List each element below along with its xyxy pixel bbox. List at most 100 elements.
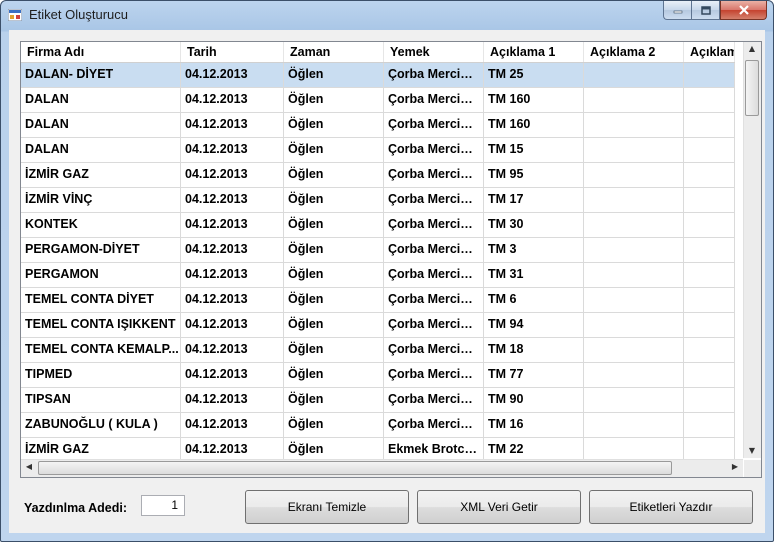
table-cell[interactable]: Çorba Mercimek [384, 238, 484, 262]
table-cell[interactable]: DALAN [21, 88, 181, 112]
table-cell[interactable]: KONTEK [21, 213, 181, 237]
table-cell[interactable]: TM 25 [484, 63, 584, 87]
table-cell[interactable]: TM 3 [484, 238, 584, 262]
table-row[interactable]: DALAN- DİYET 04.12.2013 Öğlen Çorba Mercime… [21, 63, 735, 88]
table-cell[interactable] [584, 188, 684, 212]
table-row[interactable]: PERGAMON 04.12.2013 Öğlen Çorba Mercimek TM … [21, 263, 735, 288]
table-cell[interactable]: 04.12.2013 [181, 138, 284, 162]
scroll-down-icon[interactable]: ▼ [744, 444, 760, 458]
table-row[interactable]: TEMEL CONTA DİYET 04.12.2013 Öğlen Çorba Me… [21, 288, 735, 313]
table-cell[interactable]: Öğlen [284, 413, 384, 437]
table-row[interactable]: KONTEK 04.12.2013 Öğlen Çorba Mercimek TM 30 [21, 213, 735, 238]
table-cell[interactable] [684, 238, 735, 262]
table-cell[interactable]: 04.12.2013 [181, 263, 284, 287]
table-cell[interactable]: TIPSAN [21, 388, 181, 412]
table-cell[interactable]: 04.12.2013 [181, 388, 284, 412]
horizontal-scrollbar[interactable]: ◀ ▶ [21, 459, 743, 477]
table-cell[interactable]: Çorba Mercimek [384, 163, 484, 187]
table-cell[interactable]: TM 17 [484, 188, 584, 212]
table-row[interactable]: DALAN 04.12.2013 Öğlen Çorba Mercimek TM 15 [21, 138, 735, 163]
table-cell[interactable]: Çorba Mercimek [384, 388, 484, 412]
table-cell[interactable] [584, 288, 684, 312]
table-cell[interactable] [584, 63, 684, 87]
table-cell[interactable]: Öğlen [284, 88, 384, 112]
table-row[interactable]: TEMEL CONTA IŞIKKENT 04.12.2013 Öğlen Çorba… [21, 313, 735, 338]
table-cell[interactable]: TM 31 [484, 263, 584, 287]
maximize-button[interactable] [691, 1, 720, 20]
table-cell[interactable] [684, 63, 735, 87]
table-cell[interactable]: Çorba Mercimek [384, 288, 484, 312]
table-row[interactable]: ZABUNOĞLU ( KULA ) 04.12.2013 Öğlen Çorba M… [21, 413, 735, 438]
table-row[interactable]: İZMİR GAZ 04.12.2013 Öğlen Çorba Mercimek TM… [21, 163, 735, 188]
table-cell[interactable] [684, 188, 735, 212]
table-cell[interactable]: Çorba Mercimek [384, 138, 484, 162]
vertical-scrollbar[interactable]: ▲ ▼ [743, 42, 761, 458]
table-row[interactable]: TIPMED 04.12.2013 Öğlen Çorba Mercimek TM 77 [21, 363, 735, 388]
table-cell[interactable]: Çorba Mercimek [384, 313, 484, 337]
column-header-firma-adi[interactable]: Firma Adı [21, 42, 181, 62]
table-cell[interactable]: Öğlen [284, 213, 384, 237]
table-cell[interactable]: İZMİR VİNÇ [21, 188, 181, 212]
table-cell[interactable] [584, 213, 684, 237]
print-count-input[interactable]: 1 [141, 495, 185, 516]
table-cell[interactable] [584, 263, 684, 287]
table-cell[interactable] [584, 163, 684, 187]
column-header-tarih[interactable]: Tarih [181, 42, 284, 62]
fetch-xml-button[interactable]: XML Veri Getir [417, 490, 581, 524]
column-header-aciklama-3[interactable]: Açıklam [684, 42, 735, 62]
table-row[interactable]: TEMEL CONTA KEMALP... 04.12.2013 Öğlen Çorb… [21, 338, 735, 363]
table-cell[interactable]: Öğlen [284, 388, 384, 412]
table-cell[interactable]: 04.12.2013 [181, 288, 284, 312]
column-header-yemek[interactable]: Yemek [384, 42, 484, 62]
table-cell[interactable]: TM 95 [484, 163, 584, 187]
horizontal-scroll-thumb[interactable] [38, 461, 672, 475]
table-cell[interactable]: PERGAMON [21, 263, 181, 287]
table-row[interactable]: TIPSAN 04.12.2013 Öğlen Çorba Mercimek TM 90 [21, 388, 735, 413]
table-row[interactable]: DALAN 04.12.2013 Öğlen Çorba Mercimek TM 160 [21, 113, 735, 138]
table-cell[interactable] [684, 163, 735, 187]
print-labels-button[interactable]: Etiketleri Yazdır [589, 490, 753, 524]
table-cell[interactable]: TEMEL CONTA IŞIKKENT [21, 313, 181, 337]
table-cell[interactable]: 04.12.2013 [181, 163, 284, 187]
table-cell[interactable]: Çorba Mercimek [384, 188, 484, 212]
table-cell[interactable] [684, 88, 735, 112]
table-cell[interactable]: TM 18 [484, 338, 584, 362]
scroll-up-icon[interactable]: ▲ [744, 42, 760, 56]
table-cell[interactable]: Öğlen [284, 163, 384, 187]
data-grid[interactable]: Firma Adı Tarih Zaman Yemek Açıklama 1 A… [20, 41, 762, 478]
table-cell[interactable]: TM 94 [484, 313, 584, 337]
table-cell[interactable]: Öğlen [284, 113, 384, 137]
table-cell[interactable] [584, 313, 684, 337]
table-cell[interactable] [584, 413, 684, 437]
column-header-aciklama-1[interactable]: Açıklama 1 [484, 42, 584, 62]
table-cell[interactable]: 04.12.2013 [181, 313, 284, 337]
table-cell[interactable]: Çorba Mercimek [384, 363, 484, 387]
table-cell[interactable] [684, 263, 735, 287]
table-cell[interactable]: DALAN- DİYET [21, 63, 181, 87]
table-cell[interactable]: Çorba Mercimek [384, 338, 484, 362]
table-cell[interactable]: Öğlen [284, 338, 384, 362]
title-bar[interactable]: Etiket Oluşturucu [1, 1, 773, 29]
table-cell[interactable]: 04.12.2013 [181, 238, 284, 262]
vertical-scroll-thumb[interactable] [745, 60, 759, 116]
table-cell[interactable]: 04.12.2013 [181, 113, 284, 137]
minimize-button[interactable] [663, 1, 691, 20]
table-cell[interactable]: DALAN [21, 113, 181, 137]
table-cell[interactable] [584, 388, 684, 412]
table-cell[interactable]: Çorba Mercimek [384, 113, 484, 137]
column-header-aciklama-2[interactable]: Açıklama 2 [584, 42, 684, 62]
column-header-zaman[interactable]: Zaman [284, 42, 384, 62]
table-cell[interactable] [584, 363, 684, 387]
table-cell[interactable] [684, 313, 735, 337]
table-cell[interactable]: TM 6 [484, 288, 584, 312]
table-cell[interactable] [684, 213, 735, 237]
table-cell[interactable]: TEMEL CONTA KEMALP... [21, 338, 181, 362]
table-cell[interactable]: TM 90 [484, 388, 584, 412]
table-cell[interactable]: TM 77 [484, 363, 584, 387]
table-cell[interactable]: PERGAMON-DİYET [21, 238, 181, 262]
table-cell[interactable]: TEMEL CONTA DİYET [21, 288, 181, 312]
table-cell[interactable]: Çorba Mercimek [384, 63, 484, 87]
table-cell[interactable]: 04.12.2013 [181, 413, 284, 437]
table-cell[interactable]: TM 160 [484, 113, 584, 137]
table-cell[interactable]: TIPMED [21, 363, 181, 387]
